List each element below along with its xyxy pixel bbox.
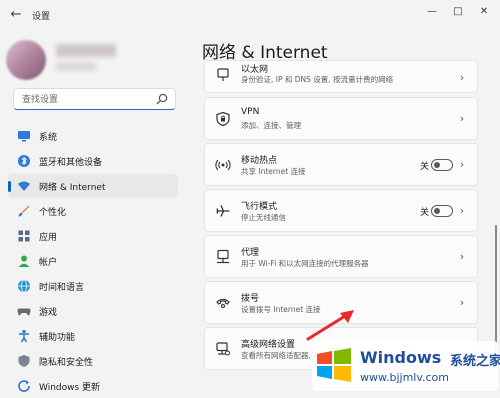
update-icon [18,380,30,392]
hotspot-icon [215,159,231,171]
minimize-button[interactable]: — [420,2,444,22]
sidebar-item-gaming[interactable]: 游戏 [8,299,178,323]
account-icon [18,255,30,267]
watermark-url: www.bjjmlv.com [360,371,449,384]
sidebar-item-label: 网络 & Internet [39,183,106,193]
card-subtitle: 用于 Wi-Fi 和以太网连接的代理服务器 [241,259,369,268]
sidebar-item-personalization[interactable]: 个性化 [8,199,178,223]
back-arrow-icon[interactable]: ← [8,7,24,23]
advanced-network-icon [216,342,230,356]
card-subtitle: 停止无线通信 [241,213,286,222]
toggle-knob [434,208,440,214]
card-ethernet[interactable]: 以太网 身份验证, IP 和 DNS 设置, 按流量计费的网络 › [204,60,478,93]
sidebar-item-label: 个性化 [39,208,67,218]
user-name-blurred [56,44,116,57]
sidebar-item-time-language[interactable]: 时间和语言 [8,274,178,298]
chevron-right-icon: › [459,250,465,263]
card-mobile-hotspot[interactable]: 移动热点 共享 Internet 连接 关 › [204,143,478,186]
monitor-icon [18,131,30,142]
card-proxy[interactable]: 代理 用于 Wi-Fi 和以太网连接的代理服务器 › [204,235,478,278]
card-title: 移动热点 [241,156,278,166]
sidebar-item-label: 蓝牙和其他设备 [39,158,103,168]
card-title: 飞行模式 [241,202,278,212]
card-vpn[interactable]: VPN 添加、连接、管理 › [204,97,478,140]
search-input[interactable] [20,92,154,108]
sidebar-item-system[interactable]: 系统 [8,124,178,148]
annotation-arrow [306,310,354,341]
watermark-brand-suffix: 系统之家 [450,354,500,369]
brush-icon [18,205,30,217]
sidebar-item-network[interactable]: 网络 & Internet [8,174,178,198]
toggle-knob [434,162,440,168]
sidebar-item-accounts[interactable]: 帐户 [8,249,178,273]
close-button[interactable]: ✕ [472,2,496,22]
proxy-icon [217,249,229,264]
watermark-brand: Windows [360,348,442,367]
toggle-state-label: 关 [419,208,429,218]
card-title: 拨号 [241,294,260,304]
dial-up-icon [216,298,230,309]
card-airplane-mode[interactable]: 飞行模式 停止无线通信 关 › [204,189,478,232]
sidebar-item-label: 时间和语言 [39,283,85,293]
sidebar-item-label: 应用 [39,233,58,243]
apps-icon [18,230,30,242]
sidebar-item-bluetooth[interactable]: 蓝牙和其他设备 [8,149,178,173]
chevron-right-icon: › [459,112,465,125]
windows-logo-icon [317,348,351,382]
sidebar-item-label: 帐户 [39,258,58,268]
app-title: 设置 [32,12,51,22]
wifi-icon [18,181,30,191]
search-icon[interactable] [155,92,169,106]
bluetooth-icon [18,155,30,167]
airplane-icon [216,205,230,217]
sidebar: 系统 蓝牙和其他设备 网络 & Internet 个性化 应用 [0,30,190,395]
sidebar-item-privacy[interactable]: 隐私和安全性 [8,349,178,373]
sidebar-item-label: 辅助功能 [39,333,76,343]
search-box[interactable] [13,88,176,110]
avatar[interactable] [6,40,46,80]
vpn-shield-icon [216,111,230,127]
card-title: 高级网络设置 [241,340,296,350]
title-bar: ← 设置 — □ ✕ [0,0,500,30]
card-title: VPN [241,107,260,117]
sidebar-item-label: 隐私和安全性 [39,358,94,368]
chevron-right-icon[interactable]: › [457,159,467,171]
chevron-right-icon: › [459,71,465,84]
sidebar-item-label: 系统 [39,133,58,143]
card-subtitle: 共享 Internet 连接 [241,167,306,176]
maximize-button[interactable]: □ [446,2,470,22]
airplane-mode-toggle[interactable] [431,205,453,217]
ethernet-icon [217,68,229,81]
chevron-right-icon[interactable]: › [457,205,467,217]
toggle-state-label: 关 [419,162,429,172]
game-controller-icon [17,308,31,316]
chevron-right-icon: › [459,296,465,309]
selection-indicator [8,181,11,192]
user-email-blurred [56,62,96,71]
globe-clock-icon [18,279,30,293]
card-subtitle: 身份验证, IP 和 DNS 设置, 按流量计费的网络 [241,75,394,84]
watermark: Windows 系统之家 www.bjjmlv.com [312,341,500,391]
shield-icon [18,355,30,367]
sidebar-item-label: Windows 更新 [39,383,101,393]
card-subtitle: 添加、连接、管理 [241,121,301,130]
card-title: 代理 [241,248,260,258]
sidebar-item-accessibility[interactable]: 辅助功能 [8,324,178,348]
mobile-hotspot-toggle[interactable] [431,159,453,171]
sidebar-item-windows-update[interactable]: Windows 更新 [8,374,178,398]
accessibility-icon [19,329,29,343]
sidebar-item-label: 游戏 [39,308,58,318]
sidebar-item-apps[interactable]: 应用 [8,224,178,248]
